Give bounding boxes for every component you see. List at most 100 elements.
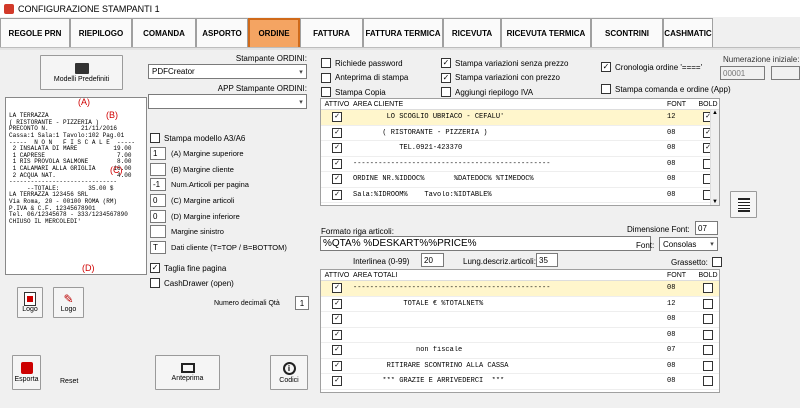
margin-input[interactable]: -1 — [150, 178, 166, 192]
tab-ricevuta[interactable]: RICEVUTA — [443, 18, 501, 47]
tab-cashmatic[interactable]: CASHMATIC — [663, 18, 713, 47]
bold-checkbox[interactable] — [703, 298, 713, 309]
bold-checkbox[interactable] — [703, 314, 713, 325]
attivo-checkbox[interactable]: ✓ — [332, 174, 342, 185]
dimensione-font-input[interactable]: 07 — [695, 221, 718, 235]
logo-button-2[interactable]: ✎ Logo — [53, 287, 84, 318]
table-row[interactable]: ✓ ---------------------------------------… — [321, 281, 719, 297]
row-font[interactable]: 12 — [667, 300, 697, 308]
row-font[interactable]: 12 — [667, 113, 697, 121]
option-checkbox[interactable]: Anteprima di stampa — [321, 71, 408, 86]
checkbox[interactable] — [321, 58, 331, 69]
cronologia-checkbox[interactable]: ✓ Cronologia ordine '====' — [601, 62, 702, 72]
checkbox[interactable]: ✓ — [441, 72, 451, 83]
margin-input[interactable] — [150, 162, 166, 176]
row-font[interactable]: 08 — [667, 362, 697, 370]
tab-asporto[interactable]: ASPORTO — [196, 18, 248, 47]
attivo-checkbox[interactable]: ✓ — [332, 314, 342, 325]
row-font[interactable]: 08 — [667, 191, 697, 199]
tab-riepilogo[interactable]: RIEPILOGO — [70, 18, 132, 47]
row-font[interactable]: 08 — [667, 377, 697, 385]
attivo-checkbox[interactable]: ✓ — [332, 360, 342, 371]
tab-fattura[interactable]: FATTURA — [300, 18, 363, 47]
numerazione-extra-input[interactable] — [771, 66, 800, 80]
tab-scontrini[interactable]: SCONTRINI — [591, 18, 663, 47]
bold-checkbox[interactable] — [703, 345, 713, 356]
attivo-checkbox[interactable]: ✓ — [332, 127, 342, 138]
table-row[interactable]: ✓ ---------------------------------------… — [321, 157, 719, 172]
table-row[interactable]: ✓ TEL.0921-423370 08 ✓ — [321, 141, 719, 157]
attivo-checkbox[interactable]: ✓ — [332, 345, 342, 356]
row-text[interactable]: LO SCOGLIO UBRIACO - CEFALU' — [353, 113, 667, 121]
decimali-input[interactable]: 1 — [295, 296, 309, 310]
checkbox[interactable] — [441, 87, 451, 98]
logo-button-1[interactable]: Logo — [17, 287, 43, 318]
font-select[interactable]: Consolas ▾ — [659, 237, 718, 251]
bold-checkbox[interactable] — [703, 283, 713, 294]
row-text[interactable]: RITIRARE SCONTRINO ALLA CASSA — [353, 362, 667, 370]
tab-ricevuta-termica[interactable]: RICEVUTA TERMICA — [501, 18, 591, 47]
app-stampante-select[interactable]: ▾ — [148, 94, 307, 109]
margin-input[interactable]: T — [150, 240, 166, 254]
tab-fattura-termica[interactable]: FATTURA TERMICA — [363, 18, 443, 47]
attivo-checkbox[interactable]: ✓ — [332, 283, 342, 294]
table-row[interactable]: ✓ *** GRAZIE E ARRIVEDERCI *** 08 — [321, 374, 719, 390]
row-text[interactable]: ----------------------------------------… — [353, 160, 667, 168]
checkbox[interactable] — [150, 133, 160, 143]
table-row[interactable]: ✓ LO SCOGLIO UBRIACO - CEFALU' 12 ✓ — [321, 110, 719, 126]
anteprima-button[interactable]: Anteprima — [155, 355, 220, 390]
table-row[interactable]: ✓ TOTALE € %TOTALNET% 12 — [321, 297, 719, 312]
margin-input[interactable]: 0 — [150, 194, 166, 208]
attivo-checkbox[interactable]: ✓ — [332, 376, 342, 387]
row-font[interactable]: 07 — [667, 346, 697, 354]
tab-comanda[interactable]: COMANDA — [132, 18, 196, 47]
margin-input[interactable]: 0 — [150, 209, 166, 223]
table-row[interactable]: ✓ ORDINE NR.%IDDOC% %DATEDOC% %TIMEDOC% 08 — [321, 172, 719, 188]
area-cliente-grid[interactable]: ATTIVO AREA CLIENTE FONT BOLD ✓ LO SCOGL… — [320, 98, 720, 206]
align-text-button[interactable] — [730, 191, 757, 218]
attivo-checkbox[interactable]: ✓ — [332, 143, 342, 154]
row-text[interactable]: non fiscale — [353, 346, 667, 354]
stampa-comanda-app-checkbox[interactable]: Stampa comanda e ordine (App) — [601, 84, 731, 94]
row-font[interactable]: 08 — [667, 284, 697, 292]
attivo-checkbox[interactable]: ✓ — [332, 112, 342, 123]
chevron-up-icon[interactable]: ▲ — [711, 110, 719, 116]
bold-checkbox[interactable] — [703, 376, 713, 387]
row-text[interactable]: TEL.0921-423370 — [353, 144, 667, 152]
chevron-down-icon[interactable]: ▼ — [712, 199, 718, 205]
row-font[interactable]: 08 — [667, 331, 697, 339]
lung-descriz-input[interactable]: 35 — [536, 253, 558, 267]
taglia-fine-pagina-checkbox[interactable]: ✓ Taglia fine pagina — [150, 263, 226, 273]
interlinea-input[interactable]: 20 — [421, 253, 444, 267]
stampa-a3-checkbox[interactable]: Stampa modello A3/A6 — [150, 133, 245, 143]
option-checkbox[interactable]: Richiede password — [321, 56, 408, 71]
modelli-predefiniti-button[interactable]: Modelli Predefiniti — [40, 55, 123, 90]
attivo-checkbox[interactable]: ✓ — [332, 189, 342, 200]
row-font[interactable]: 08 — [667, 129, 697, 137]
tab-ordine[interactable]: ORDINE — [248, 18, 300, 47]
attivo-checkbox[interactable]: ✓ — [332, 329, 342, 340]
row-font[interactable]: 08 — [667, 144, 697, 152]
checkbox[interactable] — [321, 87, 331, 98]
option-checkbox[interactable]: ✓ Stampa variazioni con prezzo — [441, 71, 568, 86]
cashdrawer-checkbox[interactable]: CashDrawer (open) — [150, 278, 234, 288]
grassetto-checkbox[interactable]: Grassetto: — [671, 257, 722, 267]
row-font[interactable]: 08 — [667, 160, 697, 168]
table-row[interactable]: ✓ RITIRARE SCONTRINO ALLA CASSA 08 — [321, 359, 719, 374]
row-text[interactable]: ( RISTORANTE - PIZZERIA ) — [353, 129, 667, 137]
bold-checkbox[interactable] — [703, 360, 713, 371]
table-row[interactable]: ✓ 08 — [321, 312, 719, 328]
grid-scrollbar[interactable]: ▲ ▼ — [710, 110, 719, 205]
checkbox[interactable] — [321, 72, 331, 83]
table-row[interactable]: ✓ Sala:%IDROOM% Tavolo:%IDTABLE% 08 — [321, 188, 719, 203]
option-checkbox[interactable]: ✓ Stampa variazioni senza prezzo — [441, 56, 568, 71]
numerazione-input[interactable]: 00001 — [720, 66, 765, 80]
row-text[interactable]: Sala:%IDROOM% Tavolo:%IDTABLE% — [353, 191, 667, 199]
area-totali-grid[interactable]: ATTIVO AREA TOTALI FONT BOLD ✓ ----------… — [320, 269, 720, 393]
tab-regole-prn[interactable]: REGOLE PRN — [0, 18, 70, 47]
margin-input[interactable] — [150, 225, 166, 239]
bold-checkbox[interactable] — [703, 329, 713, 340]
row-text[interactable]: *** GRAZIE E ARRIVEDERCI *** — [353, 377, 667, 385]
attivo-checkbox[interactable]: ✓ — [332, 298, 342, 309]
attivo-checkbox[interactable]: ✓ — [332, 158, 342, 169]
